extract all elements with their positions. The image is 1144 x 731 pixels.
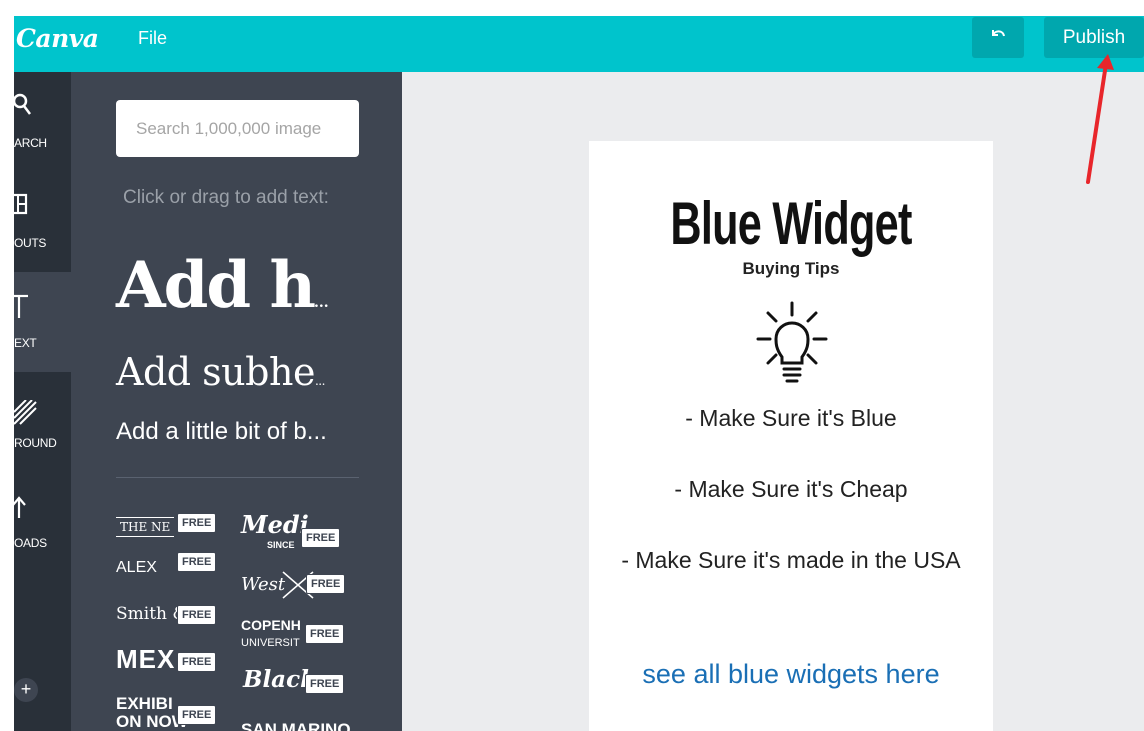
text-icon — [14, 294, 28, 318]
design-page[interactable]: Blue Widget Buying Tips - Make Sure it's… — [589, 141, 993, 731]
free-badge: FREE — [177, 652, 217, 672]
undo-button[interactable] — [972, 17, 1024, 58]
search-input[interactable] — [116, 100, 359, 157]
rail-item-search[interactable]: ARCH — [14, 72, 71, 172]
upload-icon — [14, 496, 26, 518]
rail-item-background[interactable]: ROUND — [14, 372, 71, 472]
free-badge: FREE — [177, 552, 217, 572]
template-thumbnail[interactable]: EXHIBI — [116, 694, 173, 714]
canva-logo[interactable]: Canva — [16, 24, 99, 53]
panel-divider — [116, 477, 359, 478]
tip-text[interactable]: - Make Sure it's made in the USA — [589, 547, 993, 574]
add-subheading-label: Add subhe — [116, 350, 315, 394]
rail-item-text[interactable]: EXT — [14, 272, 71, 372]
undo-icon — [992, 30, 1005, 37]
rail-label: OUTS — [14, 236, 47, 250]
add-heading-label: Add h — [116, 248, 316, 323]
canvas-area: Blue Widget Buying Tips - Make Sure it's… — [402, 72, 1144, 731]
side-rail: ARCH OUTS EXT ROUND OADS + — [14, 72, 71, 731]
light-bulb-icon[interactable] — [754, 301, 830, 391]
template-thumbnail[interactable]: SINCE — [267, 540, 295, 550]
free-badge: FREE — [177, 605, 217, 625]
free-badge: FREE — [305, 674, 345, 694]
free-badge: FREE — [301, 528, 341, 548]
document-title[interactable]: Blue Widget — [646, 189, 937, 258]
template-thumbnail[interactable]: West — [241, 574, 285, 595]
document-subtitle[interactable]: Buying Tips — [589, 259, 993, 279]
ellipsis: ... — [313, 295, 329, 311]
template-thumbnail[interactable]: MEX — [116, 644, 175, 675]
layouts-icon — [14, 193, 28, 215]
add-subheading-button[interactable]: Add subhe... — [116, 350, 325, 394]
rail-item-uploads[interactable]: OADS — [14, 472, 71, 572]
ellipsis: ... — [314, 374, 325, 388]
rail-label: ROUND — [14, 436, 57, 450]
document-link[interactable]: see all blue widgets here — [589, 659, 993, 690]
logo-text: Canva — [16, 24, 99, 53]
free-badge: FREE — [177, 513, 217, 533]
template-thumbnail[interactable]: THE NE — [116, 517, 175, 537]
file-menu[interactable]: File — [134, 26, 171, 51]
background-icon — [14, 400, 37, 425]
template-thumbnail[interactable]: COPENH — [241, 617, 301, 633]
rail-item-layouts[interactable]: OUTS — [14, 172, 71, 272]
search-icon — [14, 93, 31, 115]
tip-text[interactable]: - Make Sure it's Blue — [589, 405, 993, 432]
text-panel: Click or drag to add text: Add h... Add … — [71, 72, 402, 731]
top-border — [0, 0, 1144, 16]
red-arrow-icon — [1086, 54, 1114, 184]
template-thumbnail[interactable]: Medi — [241, 510, 309, 539]
add-icon[interactable]: + — [14, 678, 38, 702]
template-thumbnail[interactable]: ALEX — [116, 559, 157, 577]
template-thumbnail[interactable]: UNIVERSIT — [241, 637, 300, 649]
free-badge: FREE — [305, 624, 345, 644]
free-badge: FREE — [177, 705, 217, 725]
top-bar: Canva File Publish — [14, 16, 1144, 72]
rail-label: OADS — [14, 536, 47, 550]
add-heading-button[interactable]: Add h... — [116, 248, 329, 323]
add-body-text-button[interactable]: Add a little bit of b... — [116, 418, 327, 446]
panel-hint: Click or drag to add text: — [123, 187, 329, 208]
tip-text[interactable]: - Make Sure it's Cheap — [589, 476, 993, 503]
rail-label: EXT — [14, 336, 37, 350]
free-badge: FREE — [306, 574, 346, 594]
rail-label: ARCH — [14, 136, 47, 150]
template-thumbnail[interactable]: SAN MARINO — [241, 720, 351, 731]
